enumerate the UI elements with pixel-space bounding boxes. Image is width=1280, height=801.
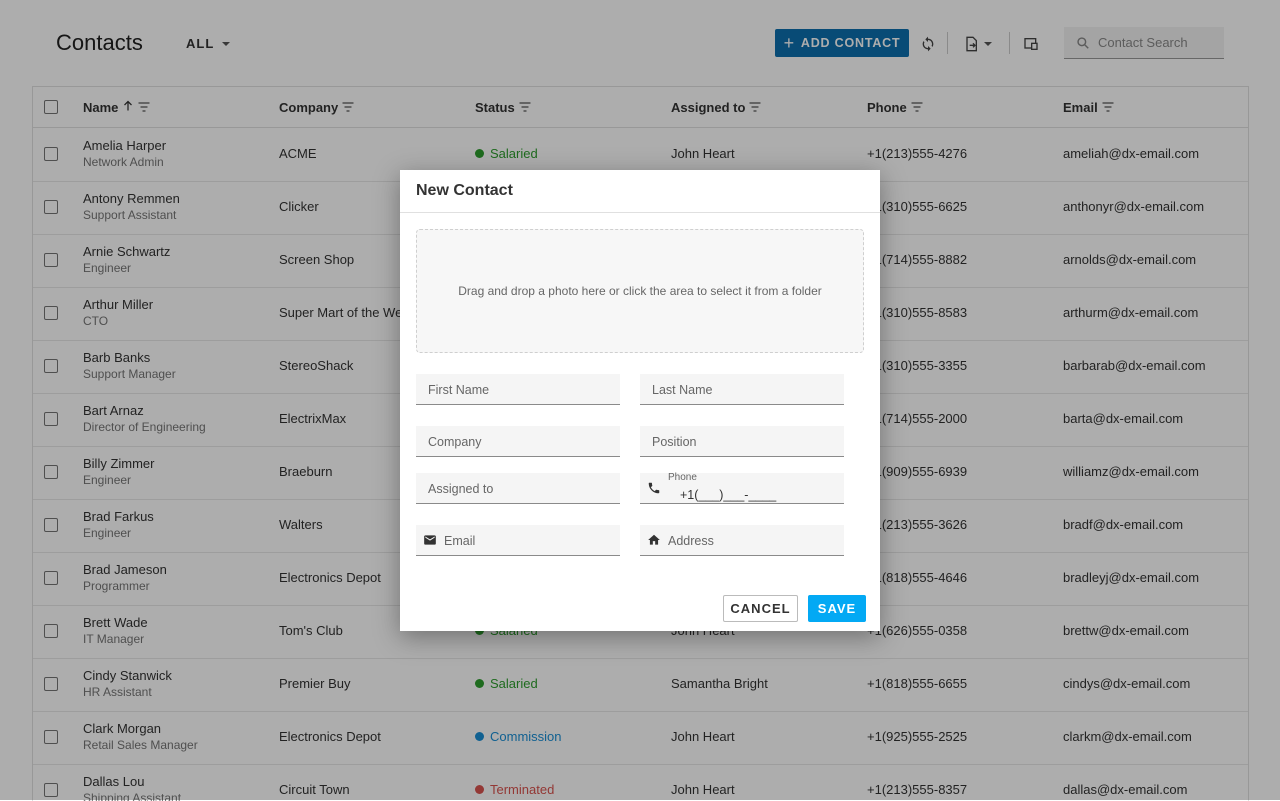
phone-field[interactable]: Phone +1(___)___-____	[640, 472, 844, 504]
new-contact-dialog: New Contact Drag and drop a photo here o…	[400, 170, 880, 631]
first-name-field[interactable]: First Name	[416, 374, 620, 405]
save-button[interactable]: SAVE	[808, 595, 866, 622]
last-name-field[interactable]: Last Name	[640, 374, 844, 405]
dialog-title: New Contact	[416, 182, 513, 199]
first-name-placeholder: First Name	[428, 383, 490, 397]
position-field[interactable]: Position	[640, 426, 844, 457]
photo-dropzone[interactable]: Drag and drop a photo here or click the …	[416, 229, 864, 353]
phone-label: Phone	[668, 472, 697, 483]
position-placeholder: Position	[652, 435, 697, 449]
dialog-divider	[400, 212, 880, 213]
assigned-to-field[interactable]: Assigned to	[416, 473, 620, 504]
company-field[interactable]: Company	[416, 426, 620, 457]
email-field[interactable]: Email	[416, 525, 620, 556]
address-placeholder: Address	[668, 534, 714, 548]
mail-icon	[423, 533, 437, 547]
email-placeholder: Email	[444, 534, 476, 548]
dropzone-text: Drag and drop a photo here or click the …	[458, 284, 822, 298]
company-placeholder: Company	[428, 435, 482, 449]
home-icon	[647, 533, 661, 547]
phone-mask-value: +1(___)___-____	[680, 488, 777, 502]
assigned-to-placeholder: Assigned to	[428, 482, 494, 496]
address-field[interactable]: Address	[640, 525, 844, 556]
cancel-button[interactable]: CANCEL	[723, 595, 798, 622]
last-name-placeholder: Last Name	[652, 383, 713, 397]
phone-icon	[647, 481, 661, 495]
